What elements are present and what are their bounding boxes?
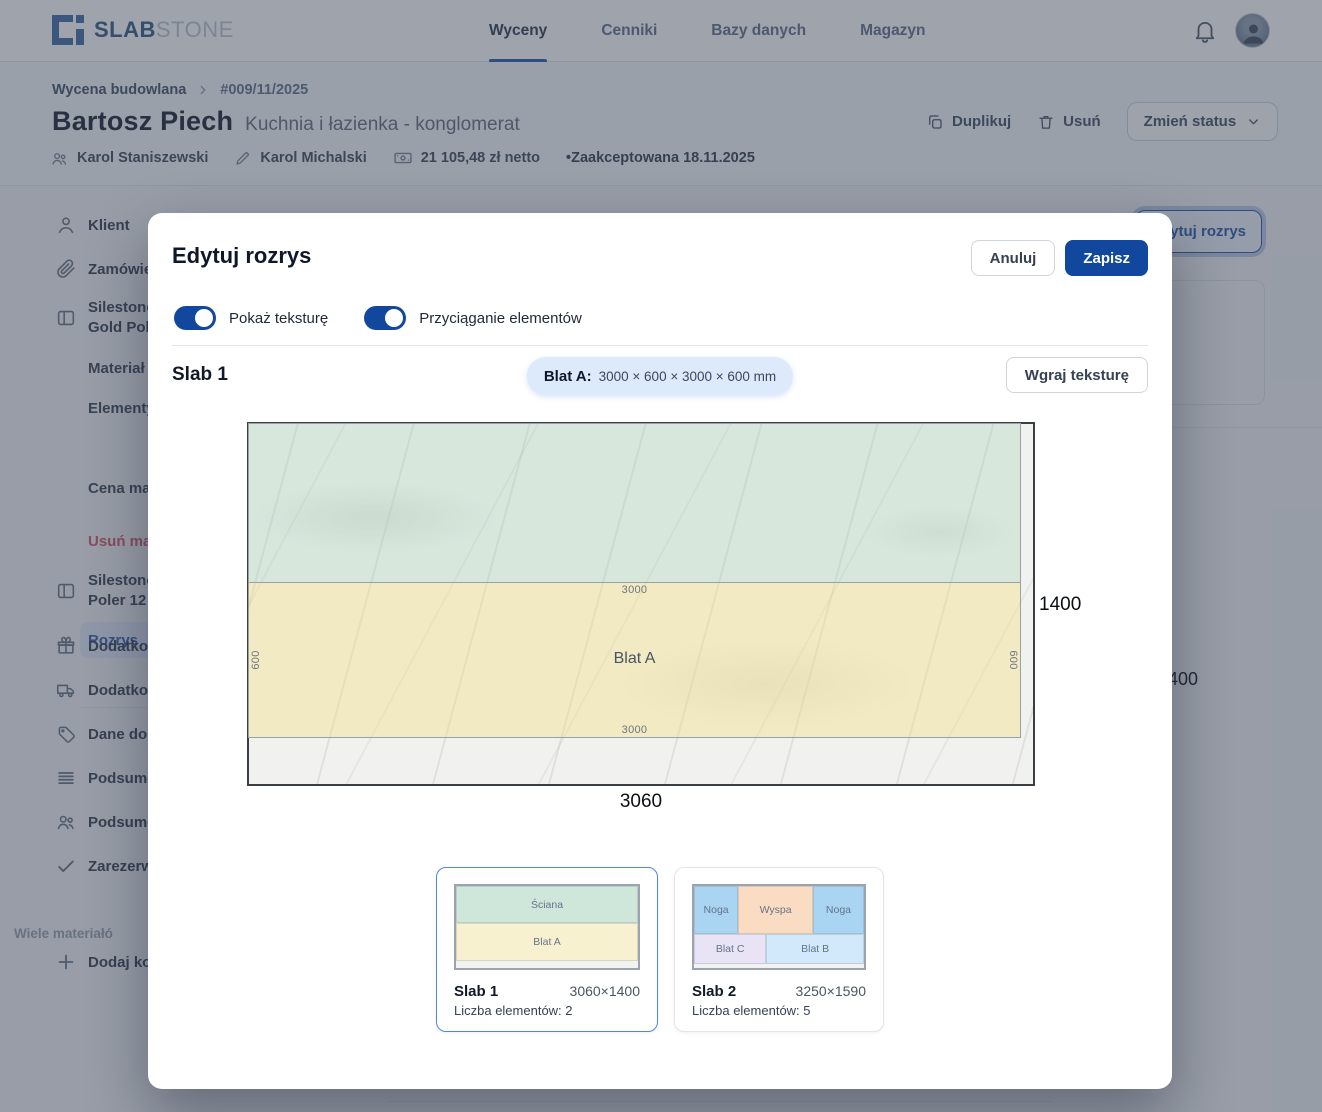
edit-layout-modal: Edytuj rozrys Anuluj Zapisz Pokaż tekstu… [148, 213, 1172, 1089]
slab-element-count: Liczba elementów: 5 [692, 1003, 866, 1018]
dimension-label: 3000 [249, 724, 1020, 736]
preview-region: Blat A [456, 923, 638, 961]
slab-height-dimension: 1400 [1039, 594, 1081, 616]
slab-dimensions: 3060×1400 [570, 983, 640, 999]
preview-region: Blat B [766, 934, 864, 964]
save-button[interactable]: Zapisz [1065, 240, 1148, 276]
slab-thumbnails: Ściana Blat A Slab 1 3060×1400 Liczba el… [436, 867, 884, 1032]
snap-elements-toggle[interactable]: Przyciąganie elementów [364, 306, 582, 330]
preview-region: Noga [694, 886, 738, 934]
slab-name: Slab 1 [454, 983, 498, 1000]
element-dimensions-badge[interactable]: Blat A:3000 × 600 × 3000 × 600 mm [527, 357, 793, 395]
modal-divider [172, 345, 1148, 346]
toggle-label: Przyciąganie elementów [419, 310, 582, 327]
toggle-switch-on[interactable] [174, 306, 216, 330]
slab-1-preview: Ściana Blat A [454, 884, 640, 970]
slab-canvas[interactable]: 3000 3000 600 600 Blat A [247, 422, 1035, 786]
upload-texture-button[interactable]: Wgraj teksturę [1006, 357, 1148, 393]
toggle-switch-on[interactable] [364, 306, 406, 330]
slab-dimensions: 3250×1590 [796, 983, 866, 999]
slab-heading: Slab 1 [172, 364, 228, 386]
preview-region: Ściana [456, 886, 638, 923]
modal-title: Edytuj rozrys [172, 243, 311, 269]
cancel-button[interactable]: Anuluj [971, 240, 1056, 276]
toggle-label: Pokaż teksturę [229, 310, 328, 327]
slab-thumbnail-1[interactable]: Ściana Blat A Slab 1 3060×1400 Liczba el… [436, 867, 658, 1032]
preview-region: Noga [813, 886, 864, 934]
preview-region: Wyspa [738, 886, 813, 934]
dimension-label: 3000 [249, 584, 1020, 596]
app-screen: SLABSTONE Wyceny Cenniki Bazy danych Mag… [0, 0, 1322, 1112]
slab-thumbnail-2[interactable]: Noga Wyspa Noga Blat C Blat B Slab 2 325… [674, 867, 884, 1032]
preview-region: Blat C [694, 934, 766, 964]
slab-name: Slab 2 [692, 983, 736, 1000]
element-sciana[interactable] [248, 423, 1021, 583]
slab-width-dimension: 3060 [247, 791, 1035, 813]
slab-2-preview: Noga Wyspa Noga Blat C Blat B [692, 884, 866, 970]
slab-element-count: Liczba elementów: 2 [454, 1003, 640, 1018]
element-label: Blat A [249, 650, 1020, 668]
show-texture-toggle[interactable]: Pokaż teksturę [174, 306, 328, 330]
element-blat-a[interactable]: 3000 3000 600 600 Blat A [248, 582, 1021, 738]
